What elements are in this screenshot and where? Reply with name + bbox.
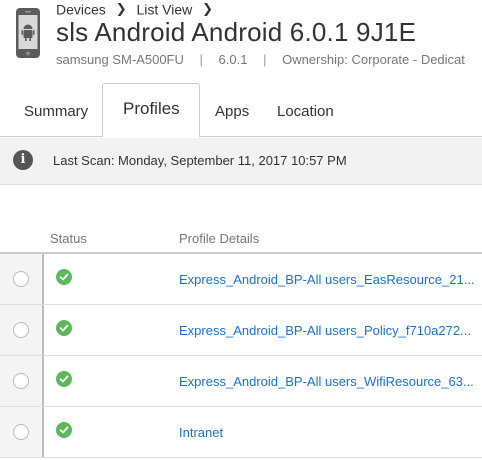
breadcrumb-list-view[interactable]: List View bbox=[136, 1, 192, 17]
tab-summary[interactable]: Summary bbox=[24, 103, 88, 120]
breadcrumb-devices[interactable]: Devices bbox=[56, 1, 106, 17]
device-meta: samsung SM-A500FU | 6.0.1 | Ownership: C… bbox=[56, 52, 465, 67]
row-select-cell bbox=[0, 254, 44, 304]
check-circle-icon bbox=[56, 371, 72, 387]
last-scan-text: Last Scan: Monday, September 11, 2017 10… bbox=[53, 153, 347, 168]
table-row[interactable]: Express_Android_BP-All users_WifiResourc… bbox=[0, 356, 482, 407]
profile-link[interactable]: Express_Android_BP-All users_Policy_f710… bbox=[179, 323, 471, 338]
profiles-table: Status Profile Details Express_Android_B… bbox=[0, 228, 482, 458]
column-header-status[interactable]: Status bbox=[50, 231, 87, 246]
column-header-profile-details[interactable]: Profile Details bbox=[179, 231, 259, 246]
tab-baseline bbox=[0, 136, 482, 137]
profile-link[interactable]: Express_Android_BP-All users_EasResource… bbox=[179, 272, 475, 287]
row-radio-button[interactable] bbox=[13, 322, 29, 338]
device-ownership: Ownership: Corporate - Dedicat bbox=[282, 52, 465, 67]
tab-apps[interactable]: Apps bbox=[215, 103, 249, 120]
meta-divider: | bbox=[263, 52, 267, 67]
row-radio-button[interactable] bbox=[13, 271, 29, 287]
breadcrumb: Devices ❯ List View ❯ bbox=[56, 0, 219, 17]
row-select-cell bbox=[0, 305, 44, 355]
info-icon: i bbox=[13, 150, 33, 170]
page-title: sls Android Android 6.0.1 9J1E bbox=[56, 17, 417, 47]
tab-location[interactable]: Location bbox=[277, 103, 334, 120]
device-model: samsung SM-A500FU bbox=[56, 52, 184, 67]
row-select-cell bbox=[0, 407, 44, 457]
profile-link[interactable]: Intranet bbox=[179, 425, 223, 440]
chevron-right-icon: ❯ bbox=[202, 1, 214, 17]
active-tab-underlay bbox=[103, 135, 199, 137]
table-header: Status Profile Details bbox=[0, 228, 482, 254]
table-row[interactable]: Express_Android_BP-All users_Policy_f710… bbox=[0, 305, 482, 356]
check-circle-icon bbox=[56, 422, 72, 438]
android-phone-icon bbox=[16, 8, 40, 58]
table-row[interactable]: Express_Android_BP-All users_EasResource… bbox=[0, 254, 482, 305]
row-radio-button[interactable] bbox=[13, 424, 29, 440]
tab-bar: Summary Profiles Apps Location bbox=[0, 83, 482, 137]
check-circle-icon bbox=[56, 320, 72, 336]
row-radio-button[interactable] bbox=[13, 373, 29, 389]
chevron-right-icon: ❯ bbox=[115, 1, 127, 17]
check-circle-icon bbox=[56, 269, 72, 285]
last-scan-bar: i Last Scan: Monday, September 11, 2017 … bbox=[0, 138, 482, 185]
row-select-cell bbox=[0, 356, 44, 406]
tab-profiles-label: Profiles bbox=[123, 99, 180, 118]
profile-link[interactable]: Express_Android_BP-All users_WifiResourc… bbox=[179, 374, 474, 389]
tab-profiles[interactable]: Profiles bbox=[102, 83, 200, 137]
meta-divider: | bbox=[199, 52, 203, 67]
table-row[interactable]: Intranet bbox=[0, 407, 482, 458]
device-os-version: 6.0.1 bbox=[218, 52, 248, 67]
